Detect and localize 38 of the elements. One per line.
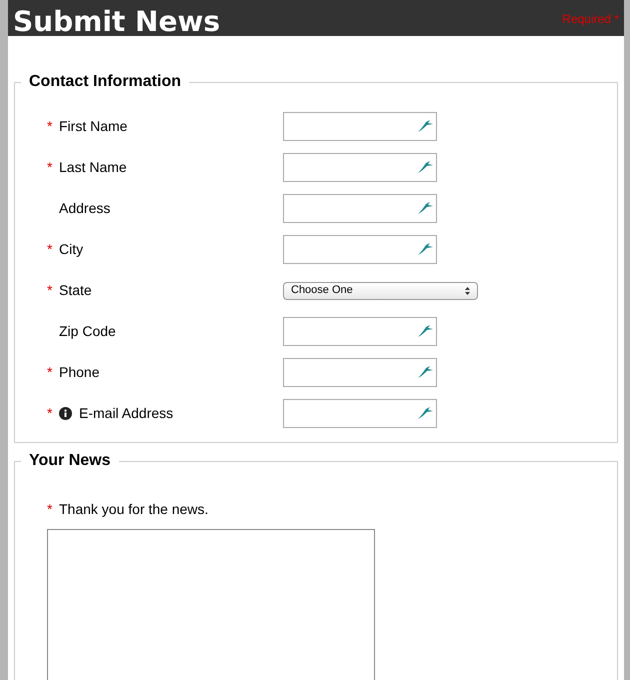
dropdown-value: Choose One [291, 283, 353, 298]
leaping-animal-icon [416, 201, 434, 215]
leaping-animal-icon [416, 324, 434, 338]
section-legend: Your News [21, 449, 118, 473]
required-asterisk: * [47, 364, 52, 380]
field-label: Phone [59, 363, 100, 382]
text-field[interactable] [283, 399, 437, 428]
required-asterisk: * [47, 159, 52, 175]
required-asterisk: * [47, 405, 52, 421]
section-legend: Contact Information [21, 70, 189, 94]
field-label: Last Name [59, 158, 127, 177]
required-asterisk: * [47, 241, 52, 257]
text-field[interactable] [283, 153, 437, 182]
up-down-arrows-icon [465, 286, 470, 294]
text-field[interactable] [283, 358, 437, 387]
page-title: Submit News [13, 8, 220, 36]
field-label: Zip Code [59, 322, 116, 341]
field-label: City [59, 240, 84, 259]
text-field[interactable] [283, 194, 437, 223]
text-field[interactable] [283, 112, 437, 141]
text-field[interactable] [283, 317, 437, 346]
required-asterisk: * [47, 501, 52, 517]
info-icon [59, 407, 72, 420]
leaping-animal-icon [416, 242, 434, 256]
required-note: Required * [562, 11, 619, 28]
field-label: State [59, 281, 92, 300]
leaping-animal-icon [416, 365, 434, 379]
field-label: Address [59, 199, 110, 218]
text-field[interactable] [283, 235, 437, 264]
field-label: Thank you for the news. [59, 500, 208, 519]
required-asterisk: * [47, 118, 52, 134]
leaping-animal-icon [416, 119, 434, 133]
leaping-animal-icon [416, 160, 434, 174]
field-label: E-mail Address [79, 404, 174, 423]
leaping-animal-icon [416, 406, 434, 420]
field-label: First Name [59, 117, 128, 136]
state-dropdown[interactable]: Choose One [283, 282, 478, 300]
required-asterisk: * [47, 282, 52, 298]
